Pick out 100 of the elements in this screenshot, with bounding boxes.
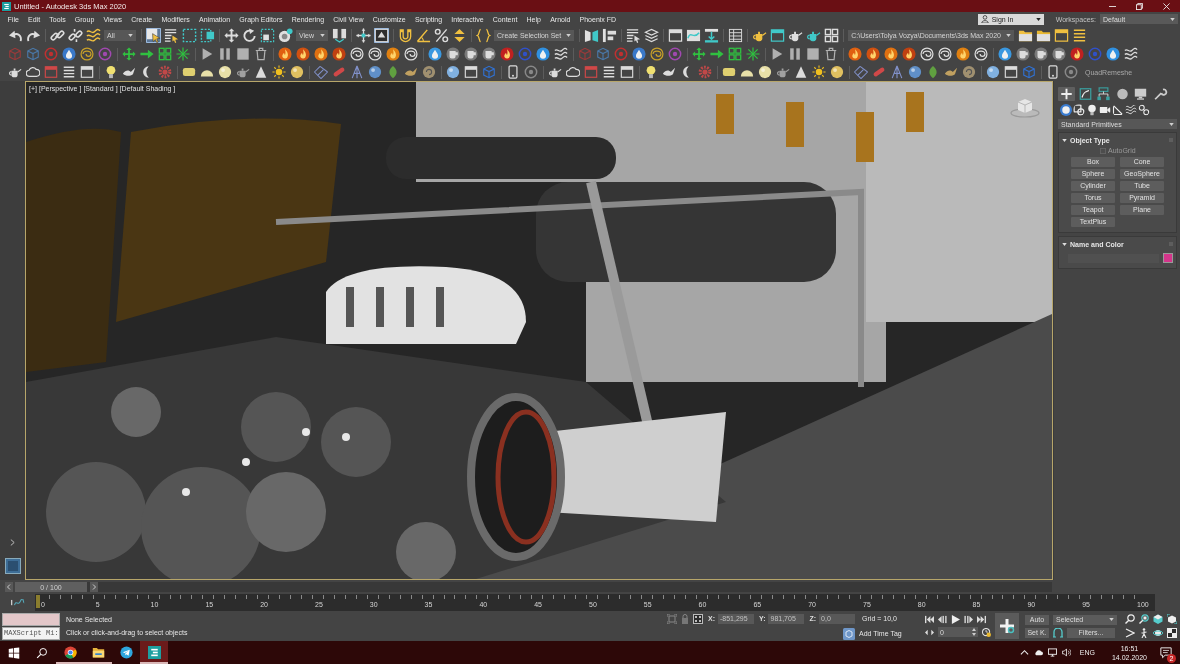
- bird-icon[interactable]: [404, 65, 418, 79]
- undo-icon[interactable]: [7, 28, 23, 43]
- sphere-icon[interactable]: [218, 65, 232, 79]
- taskbar-app-button[interactable]: [140, 641, 168, 664]
- cloud-icon[interactable]: [566, 65, 580, 79]
- pause-icon[interactable]: [218, 47, 232, 61]
- drop-icon[interactable]: [632, 47, 646, 61]
- flame-icon[interactable]: [884, 47, 898, 61]
- align-icon[interactable]: [601, 28, 617, 43]
- flame-icon[interactable]: [848, 47, 862, 61]
- linked-circles-icon[interactable]: [1138, 104, 1150, 116]
- cloud-icon[interactable]: [26, 65, 40, 79]
- folder-icon[interactable]: [1035, 28, 1051, 43]
- list-cursor-icon[interactable]: [625, 28, 641, 43]
- cursor-square-icon[interactable]: [145, 28, 161, 43]
- stop-icon[interactable]: [806, 47, 820, 61]
- cone-icon[interactable]: [254, 65, 268, 79]
- redo-icon[interactable]: [25, 28, 41, 43]
- next-frame-icon[interactable]: [964, 615, 973, 624]
- triangle-square-icon[interactable]: [373, 28, 389, 43]
- dashed-square-block-icon[interactable]: [259, 28, 275, 43]
- list-cursor-icon[interactable]: [163, 28, 179, 43]
- drop-icon[interactable]: [536, 47, 550, 61]
- folder-icon[interactable]: [1017, 28, 1033, 43]
- flame-icon[interactable]: [278, 47, 292, 61]
- current-frame-marker[interactable]: [36, 595, 40, 608]
- mug-icon[interactable]: [1034, 47, 1048, 61]
- grid-icon[interactable]: [158, 47, 172, 61]
- mug-icon[interactable]: [1016, 47, 1030, 61]
- braces-icon[interactable]: [475, 28, 491, 43]
- drop-icon[interactable]: [62, 47, 76, 61]
- down-arrow-bar-icon[interactable]: [703, 28, 719, 43]
- list-icon[interactable]: [602, 65, 616, 79]
- shapes-icon[interactable]: [1073, 104, 1085, 116]
- rounded-rectangle-icon[interactable]: [722, 65, 736, 79]
- restore-icon[interactable]: [1136, 2, 1143, 10]
- bird-icon[interactable]: [662, 65, 676, 79]
- arrow-icon[interactable]: [140, 47, 154, 61]
- chevron-right-icon[interactable]: [10, 539, 15, 546]
- box-icon[interactable]: [1153, 614, 1163, 624]
- dashed-square-icon[interactable]: [181, 28, 197, 43]
- sphere-icon[interactable]: [908, 65, 922, 79]
- trash-icon[interactable]: [254, 47, 268, 61]
- arrow-icon[interactable]: [710, 47, 724, 61]
- swirl-icon[interactable]: [650, 47, 664, 61]
- tripod-icon[interactable]: [350, 65, 364, 79]
- drop-icon[interactable]: [998, 47, 1012, 61]
- layers-icon[interactable]: [643, 28, 659, 43]
- stop-icon[interactable]: [236, 47, 250, 61]
- close-icon[interactable]: [1163, 2, 1170, 10]
- message-icon[interactable]: [1160, 646, 1172, 659]
- search-icon[interactable]: [36, 646, 48, 659]
- monitor-icon[interactable]: [1132, 87, 1149, 101]
- go-to-start-icon[interactable]: [925, 615, 934, 624]
- mug-icon[interactable]: [1052, 47, 1066, 61]
- window-icon[interactable]: [769, 28, 785, 43]
- hexagon-tile-icon[interactable]: [843, 627, 855, 640]
- go-to-end-icon[interactable]: [977, 615, 986, 624]
- monitor-icon[interactable]: [1047, 648, 1057, 657]
- start-icon[interactable]: [8, 646, 20, 659]
- sphere-icon[interactable]: [368, 65, 382, 79]
- bar-curve-icon[interactable]: [10, 598, 25, 607]
- shell-icon[interactable]: [962, 65, 976, 79]
- bulb-icon[interactable]: [104, 65, 118, 79]
- drop-icon[interactable]: [1106, 47, 1120, 61]
- list-icon[interactable]: [62, 65, 76, 79]
- flame-icon[interactable]: [386, 47, 400, 61]
- drop-icon[interactable]: [428, 47, 442, 61]
- chain-link-icon[interactable]: [49, 28, 65, 43]
- disc-icon[interactable]: [277, 28, 293, 43]
- wave-icon[interactable]: [85, 28, 101, 43]
- waves-icon[interactable]: [1125, 104, 1137, 116]
- angle-icon[interactable]: [415, 28, 431, 43]
- grid-plane-icon[interactable]: [854, 65, 868, 79]
- bulb-icon[interactable]: [1086, 104, 1098, 116]
- plus-icon[interactable]: [1058, 87, 1075, 101]
- mirror-icon[interactable]: [583, 28, 599, 43]
- maxscript-input-field[interactable]: [2, 612, 60, 626]
- play-icon[interactable]: [770, 47, 784, 61]
- move-arrows-icon[interactable]: [692, 47, 706, 61]
- color-swatch[interactable]: [1163, 253, 1173, 263]
- magnet-icon[interactable]: [397, 28, 413, 43]
- arch-icon[interactable]: [1053, 627, 1063, 638]
- wave-icon[interactable]: [554, 47, 568, 61]
- flame-icon[interactable]: [866, 47, 880, 61]
- move-arrows-icon[interactable]: [223, 28, 239, 43]
- mug-icon[interactable]: [446, 47, 460, 61]
- flame-icon[interactable]: [296, 47, 310, 61]
- phone-icon[interactable]: [506, 65, 520, 79]
- list-icon[interactable]: [1071, 28, 1087, 43]
- burst-icon[interactable]: [746, 47, 760, 61]
- bird-icon[interactable]: [944, 65, 958, 79]
- sun-icon[interactable]: [272, 65, 286, 79]
- pause-icon[interactable]: [788, 47, 802, 61]
- set-key-button[interactable]: [995, 613, 1019, 639]
- wave-icon[interactable]: [1124, 47, 1138, 61]
- grid-plane-icon[interactable]: [314, 65, 328, 79]
- grid-icon[interactable]: [823, 28, 839, 43]
- walking-figure-icon[interactable]: [1139, 628, 1149, 638]
- window-icon[interactable]: [1053, 28, 1069, 43]
